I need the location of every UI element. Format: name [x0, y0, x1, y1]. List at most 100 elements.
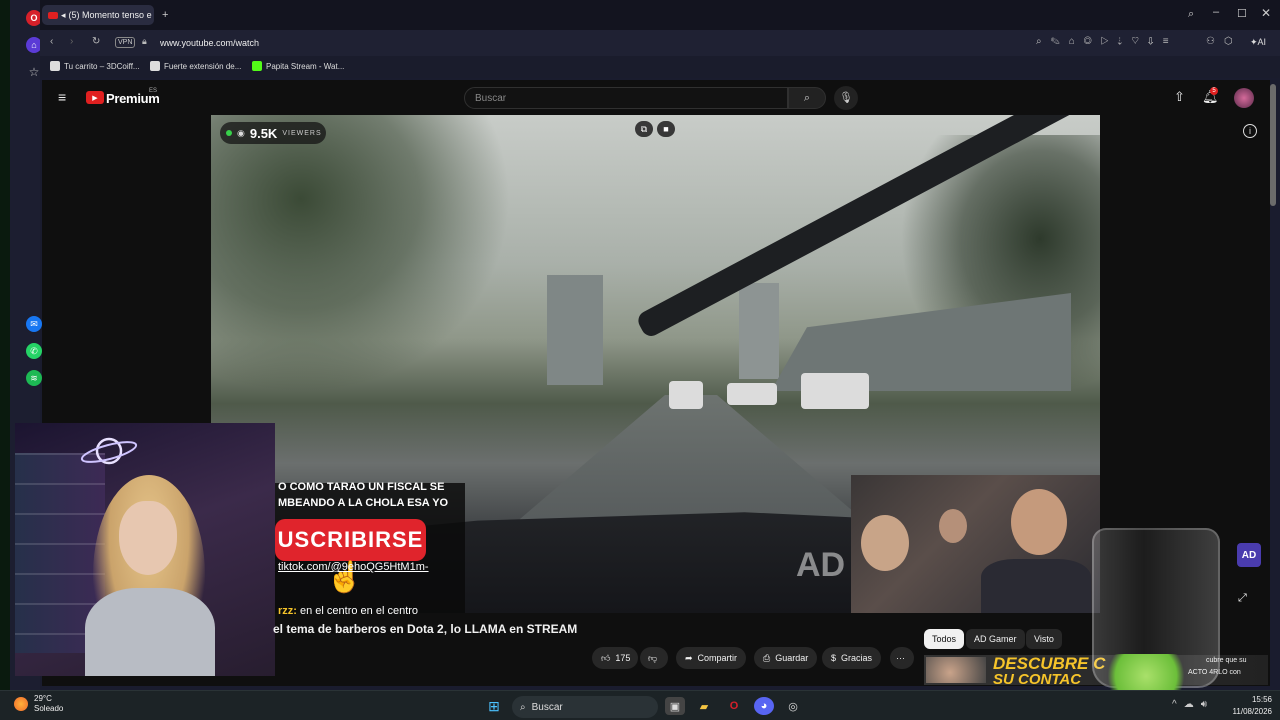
share-button[interactable]: ➦ Compartir [676, 647, 747, 669]
viewers-label: VIEWERS [282, 129, 322, 137]
like-count: 175 [615, 653, 631, 663]
messenger-icon[interactable]: ✉ [26, 316, 42, 332]
more-button[interactable]: ··· [890, 647, 914, 669]
dislike-button[interactable]: 👎︎ [640, 647, 668, 669]
notification-badge: 5 [1210, 87, 1218, 95]
windows-start-icon[interactable]: ⊞ [484, 697, 504, 715]
reload-icon[interactable]: ↻ [92, 36, 100, 47]
temperature: 29°C [34, 694, 52, 703]
search-tabs-icon[interactable]: ⌕ [1188, 8, 1194, 21]
webcam-shirt [85, 588, 215, 676]
thanks-button[interactable]: $ Gracias [822, 647, 882, 669]
ai-label: AI [1257, 37, 1267, 47]
thanks-label: Gracias [841, 653, 873, 663]
taskbar-search[interactable]: ⌕ Buscar [512, 696, 658, 718]
video-watermark: AD [796, 546, 846, 584]
weather-widget[interactable]: 29°C Soleado [34, 694, 63, 715]
chat-text: en el centro en el centro [300, 605, 419, 617]
video-frame-person [861, 515, 909, 571]
opera-gx-icon[interactable]: O [724, 697, 744, 715]
ai-button[interactable]: ✦AI [1250, 37, 1266, 48]
bookmark-label: Fuerte extensión de... [164, 61, 242, 71]
mic-icon: 🎙︎ [839, 91, 853, 104]
discord-icon[interactable]: ◕ [754, 697, 774, 715]
date: 11/08/2026 [1232, 706, 1272, 716]
minimize-icon[interactable]: – [1213, 6, 1219, 18]
save-button[interactable]: ⎙ Guardar [754, 647, 818, 669]
address-bar: ‹ › ↻ VPN 🔒︎ www.youtube.com/watch ⌕✎⌂◎▷… [40, 30, 1280, 56]
video-frame-car [801, 373, 869, 409]
search-button[interactable]: ⌕ [788, 87, 826, 109]
save-label: Guardar [775, 653, 809, 663]
new-tab-icon[interactable]: + [162, 9, 168, 21]
video-frame-building [547, 275, 603, 385]
chip-ad-gamer[interactable]: AD Gamer [966, 629, 1025, 649]
close-icon[interactable]: ✕ [1261, 6, 1271, 20]
system-tray-icons[interactable]: ^☁🔊︎ [1172, 699, 1214, 710]
bookmark-favicon-icon [150, 61, 160, 71]
spotify-icon[interactable]: ≋ [26, 370, 42, 386]
profile-icon[interactable]: ⚇ [1206, 36, 1215, 47]
overlay-text-line: O COMO TARAO UN FISCAL SE [278, 481, 445, 493]
video-frame-person [1011, 489, 1067, 555]
camera-icon[interactable]: ■ [657, 121, 675, 137]
promo-headline: DESCUBRE C [993, 654, 1106, 673]
video-frame-car [727, 383, 777, 405]
clock[interactable]: 15:56 11/08/2026 [1228, 694, 1272, 717]
webcam-face [119, 501, 177, 575]
search-input[interactable]: Buscar [464, 87, 788, 109]
hamburger-icon[interactable]: ≡ [58, 89, 66, 105]
bookmarks-bar: Tu carrito – 3DCoiff... Fuerte extensión… [40, 56, 1280, 78]
miniplayer-icon[interactable]: ⧉ [635, 121, 653, 137]
thanks-icon: $ [831, 653, 837, 663]
region-code: ES [149, 88, 158, 94]
avatar[interactable] [1234, 88, 1254, 108]
weather-icon[interactable] [14, 697, 28, 711]
address-tools-icons[interactable]: ⌕✎⌂◎▷⇣♡⇩≡ [1036, 36, 1178, 47]
app-icon[interactable]: ◎ [783, 697, 803, 715]
forward-icon[interactable]: › [70, 36, 73, 47]
task-view-icon[interactable]: ▣ [665, 697, 685, 715]
chip-visto[interactable]: Visto [1026, 629, 1062, 649]
video-facecam-inset [851, 475, 1100, 613]
youtube-logo-icon[interactable]: ▶ [86, 91, 104, 104]
vpn-badge[interactable]: VPN [115, 37, 136, 48]
page-scrollbar[interactable] [1270, 84, 1276, 206]
tab-youtube[interactable]: ◂ (5) Momento tenso e [42, 5, 154, 25]
bookmark-3[interactable]: Papita Stream - Wat... [252, 61, 344, 71]
thumbs-up-icon: 👍︎ [601, 652, 611, 663]
viewer-count: 9.5K [249, 125, 278, 141]
subscribe-banner: USCRIBIRSE [275, 519, 426, 561]
extensions-icon[interactable]: ⬡ [1224, 36, 1233, 47]
thumbnail-face [926, 657, 986, 683]
promo-headline-2: SU CONTAC [993, 671, 1082, 688]
chip-todos[interactable]: Todos [924, 629, 965, 649]
like-button[interactable]: 👍︎ 175 [592, 647, 638, 669]
channel-badge[interactable]: AD [1237, 543, 1261, 567]
tiktok-link: tiktok.com/@9ehoQG5HtM1m- [278, 561, 429, 573]
bookmark-1[interactable]: Tu carrito – 3DCoiff... [50, 61, 140, 71]
live-indicator-icon [226, 130, 232, 136]
voice-search-button[interactable]: 🎙︎ [834, 86, 858, 110]
thumbs-down-icon: 👎︎ [648, 652, 658, 663]
bookmark-label: Papita Stream - Wat... [266, 61, 345, 71]
info-icon[interactable]: i [1243, 124, 1257, 138]
bookmark-label: Tu carrito – 3DCoiff... [64, 61, 140, 71]
back-icon[interactable]: ‹ [50, 36, 53, 47]
planet-neon-icon [80, 437, 138, 465]
url-field[interactable]: www.youtube.com/watch [160, 38, 259, 48]
eye-icon: ◉ [237, 127, 245, 138]
whatsapp-icon[interactable]: ✆ [26, 343, 42, 359]
file-explorer-icon[interactable]: ▰ [694, 697, 714, 715]
video-frame-jacket [981, 559, 1091, 613]
youtube-icon [48, 11, 58, 19]
video-frame-building [739, 283, 779, 379]
bookmark-favicon-icon [50, 61, 60, 71]
bookmark-2[interactable]: Fuerte extensión de... [150, 61, 241, 71]
tab-bar: ◂ (5) Momento tenso e + ⌕ – ☐ ✕ [40, 0, 1280, 30]
maximize-icon[interactable]: ☐ [1237, 7, 1247, 20]
fullscreen-icon[interactable]: ⤢ [1238, 592, 1247, 605]
share-icon: ➦ [685, 652, 693, 663]
upload-icon[interactable]: ⇧ [1174, 89, 1185, 105]
search-icon: ⌕ [803, 91, 811, 104]
